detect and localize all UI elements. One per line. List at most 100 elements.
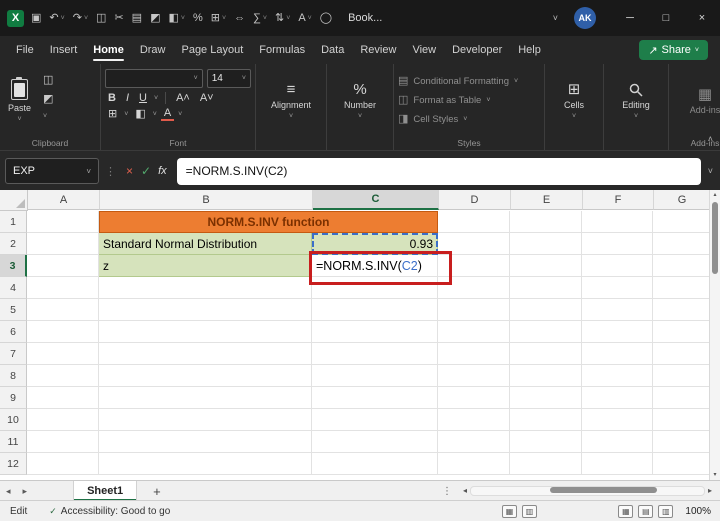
paste-button[interactable]: Paste ˅ <box>4 69 35 133</box>
cell-E12[interactable] <box>510 453 582 475</box>
font-size-combo[interactable]: 14 ˅ <box>207 69 251 88</box>
cell-G8[interactable] <box>653 365 710 387</box>
cell-B4[interactable] <box>99 277 312 299</box>
tab-draw[interactable]: Draw <box>132 36 174 64</box>
cell-C2[interactable]: 0.93 <box>312 233 438 255</box>
merge-center-icon[interactable]: ⇔ <box>230 10 249 27</box>
cell-B12[interactable] <box>99 453 312 475</box>
cell-E2[interactable] <box>510 233 582 255</box>
cell-F3[interactable] <box>582 255 653 277</box>
select-all-corner[interactable] <box>0 190 28 211</box>
conditional-formatting-button[interactable]: ▤ Conditional Formatting ˅ <box>398 72 540 91</box>
cell-F10[interactable] <box>582 409 653 431</box>
cell-G7[interactable] <box>653 343 710 365</box>
cell-D10[interactable] <box>438 409 510 431</box>
row-header-5[interactable]: 5 <box>0 299 27 321</box>
cell-D8[interactable] <box>438 365 510 387</box>
cut-icon[interactable]: ✂ <box>110 10 127 27</box>
percent-style-icon[interactable]: % <box>189 10 207 27</box>
cell-F5[interactable] <box>582 299 653 321</box>
format-painter-icon[interactable]: ◩ <box>146 10 164 27</box>
ribbon-display-options-icon[interactable]: ˅ <box>553 13 558 23</box>
cell-F1[interactable] <box>582 211 653 233</box>
cell-E1[interactable] <box>510 211 582 233</box>
cell-C5[interactable] <box>312 299 438 321</box>
cell-A6[interactable] <box>27 321 99 343</box>
cell-D9[interactable] <box>438 387 510 409</box>
tab-review[interactable]: Review <box>352 36 404 64</box>
cell-D4[interactable] <box>438 277 510 299</box>
chevron-down-icon[interactable]: ˅ <box>124 111 128 118</box>
cell-G5[interactable] <box>653 299 710 321</box>
collapse-ribbon-icon[interactable]: ˄ <box>708 134 713 144</box>
cell-B1[interactable]: NORM.S.INV function <box>99 211 438 233</box>
cell-C6[interactable] <box>312 321 438 343</box>
column-header-B[interactable]: B <box>100 190 313 210</box>
chevron-down-icon[interactable]: ˅ <box>153 111 157 118</box>
font-color-icon[interactable]: A˅ <box>294 10 315 27</box>
column-header-C[interactable]: C <box>313 190 439 210</box>
vertical-scroll-thumb[interactable] <box>712 202 718 274</box>
cell-G3[interactable] <box>653 255 710 277</box>
cell-B2[interactable]: Standard Normal Distribution <box>99 233 312 255</box>
row-header-1[interactable]: 1 <box>0 211 27 233</box>
horizontal-scroll-thumb[interactable] <box>550 487 657 493</box>
cell-G11[interactable] <box>653 431 710 453</box>
enter-icon[interactable]: ✓ <box>141 165 151 177</box>
cell-E7[interactable] <box>510 343 582 365</box>
cell-F11[interactable] <box>582 431 653 453</box>
paste-small-icon[interactable]: ▤ <box>128 10 146 27</box>
number-button[interactable]: % Number ˅ <box>340 69 380 133</box>
tab-view[interactable]: View <box>404 36 444 64</box>
sheet-tab-sheet1[interactable]: Sheet1 <box>73 481 137 501</box>
format-painter-button[interactable]: ◩ <box>43 94 53 105</box>
row-header-4[interactable]: 4 <box>0 277 27 299</box>
cell-G10[interactable] <box>653 409 710 431</box>
underline-button[interactable]: U <box>136 93 150 104</box>
display-settings-icon[interactable]: ▥ <box>522 505 537 518</box>
cell-B9[interactable] <box>99 387 312 409</box>
cell-B3[interactable]: z <box>99 255 312 277</box>
cell-D1[interactable] <box>438 211 510 233</box>
cell-E10[interactable] <box>510 409 582 431</box>
italic-button[interactable]: I <box>123 93 132 104</box>
cell-C8[interactable] <box>312 365 438 387</box>
cell-A10[interactable] <box>27 409 99 431</box>
cell-mode-indicator[interactable]: Edit <box>10 506 27 517</box>
copy-icon[interactable]: ◫ <box>92 10 110 27</box>
cell-A1[interactable] <box>27 211 99 233</box>
horizontal-scroll-track[interactable] <box>470 486 705 496</box>
cell-B6[interactable] <box>99 321 312 343</box>
subscript-button[interactable]: A˅ <box>197 93 217 104</box>
cell-E11[interactable] <box>510 431 582 453</box>
row-header-3[interactable]: 3 <box>0 255 27 277</box>
editing-button[interactable]: Editing ˅ <box>618 69 654 133</box>
cell-E9[interactable] <box>510 387 582 409</box>
format-as-table-button[interactable]: ◫ Format as Table ˅ <box>398 91 540 110</box>
name-box[interactable]: EXP ˅ <box>5 158 99 184</box>
font-name-combo[interactable]: ˅ <box>105 69 203 88</box>
tab-page-layout[interactable]: Page Layout <box>173 36 251 64</box>
row-header-11[interactable]: 11 <box>0 431 27 453</box>
cell-D7[interactable] <box>438 343 510 365</box>
save-icon[interactable]: ▣ <box>27 10 45 27</box>
tab-file[interactable]: File <box>8 36 42 64</box>
cell-E6[interactable] <box>510 321 582 343</box>
cell-E4[interactable] <box>510 277 582 299</box>
cell-B7[interactable] <box>99 343 312 365</box>
autosum-icon[interactable]: ∑˅ <box>249 10 271 27</box>
scroll-up-icon[interactable]: ▴ <box>713 190 716 200</box>
cell-A9[interactable] <box>27 387 99 409</box>
insert-function-icon[interactable]: fx <box>158 165 167 177</box>
row-header-8[interactable]: 8 <box>0 365 27 387</box>
undo-icon[interactable]: ↶˅ <box>45 10 68 27</box>
cell-G6[interactable] <box>653 321 710 343</box>
tab-data[interactable]: Data <box>313 36 352 64</box>
cell-D11[interactable] <box>438 431 510 453</box>
cell-D3[interactable] <box>438 255 510 277</box>
cell-D5[interactable] <box>438 299 510 321</box>
minimize-button[interactable]: ─ <box>612 0 648 36</box>
page-layout-view-icon[interactable]: ▤ <box>638 505 653 518</box>
cell-A3[interactable] <box>27 255 99 277</box>
zoom-level[interactable]: 100% <box>685 506 711 517</box>
